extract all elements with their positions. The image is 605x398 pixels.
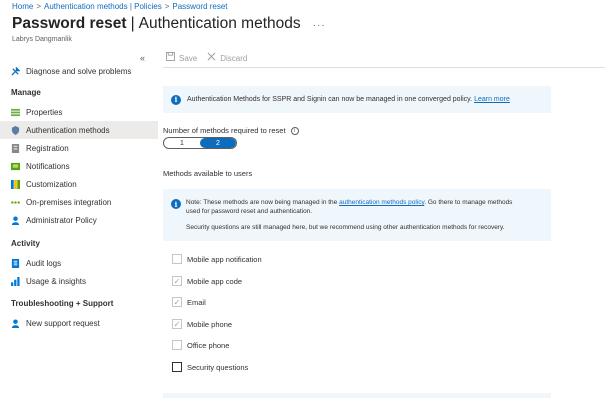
methods-option-2[interactable]: 2 [200,138,236,148]
note-text: Note: These methods are now being manage… [186,199,338,206]
sidebar-item-label: Diagnose and solve problems [26,66,132,76]
checkmark-icon: ✓ [173,319,181,329]
sidebar-item-audit-logs[interactable]: Audit logs [0,254,158,272]
learn-more-link[interactable]: Learn more [474,96,510,103]
discard-button[interactable]: Discard [207,52,247,64]
properties-icon [11,108,20,117]
method-label: Email [187,297,206,307]
shield-icon [11,126,20,135]
sidebar-item-label: Notifications [26,161,70,171]
audit-log-icon [11,259,20,268]
converged-policy-banner: i Authentication Methods for SSPR and Si… [163,86,551,113]
sidebar-item-new-support-request[interactable]: New support request [0,314,158,332]
command-bar: Save Discard [166,52,257,64]
breadcrumb: Home > Authentication methods | Policies > P… [12,2,228,11]
sidebar-item-authentication-methods[interactable]: Authentication methods [0,121,158,139]
integration-icon [11,198,20,206]
manage-section-header: Manage [11,88,41,97]
wrench-icon [11,66,21,76]
method-email[interactable]: ✓ Email [172,297,206,307]
sidebar-item-registration[interactable]: Registration [0,139,158,157]
checkbox[interactable] [172,340,182,350]
insights-icon [11,277,20,286]
method-office-phone[interactable]: Office phone [172,340,229,350]
sidebar-item-label: Administrator Policy [26,215,97,225]
save-button[interactable]: Save [166,52,197,64]
authentication-methods-policy-link[interactable]: authentication methods policy [339,199,424,206]
sidebar-item-label: Properties [26,107,63,117]
methods-required-label: Number of methods required to reset i [163,126,299,135]
sidebar-item-label: Registration [26,143,69,153]
discard-label: Discard [220,53,248,63]
registration-icon [11,144,20,153]
customization-icon [11,180,20,189]
note-line-3: Security questions are still managed her… [186,224,505,231]
sidebar-item-notifications[interactable]: Notifications [0,157,158,175]
sidebar-item-properties[interactable]: Properties [0,103,158,121]
support-request-icon [11,319,20,328]
sidebar-item-label: On-premises integration [26,197,112,207]
policy-icon [11,216,20,225]
bottom-banner-edge [163,393,551,398]
method-mobile-phone[interactable]: ✓ Mobile phone [172,319,232,329]
breadcrumb-password-reset-link[interactable]: Password reset [172,2,227,11]
info-icon: i [171,94,181,105]
sidebar-item-label: Authentication methods [26,125,110,135]
page-title-main: Password reset [12,15,127,32]
sidebar-item-label: Usage & insights [26,276,87,286]
page-title-sub: Authentication methods [138,15,301,32]
methods-required-toggle: 1 2 [163,137,237,149]
note-text: . Go there to manage methods [424,199,513,206]
breadcrumb-separator: > [36,2,42,11]
breadcrumb-auth-methods-link[interactable]: Authentication methods | Policies [44,2,162,11]
methods-required-text: Number of methods required to reset [163,126,286,135]
methods-note-banner: i Note: These methods are now being mana… [163,189,551,241]
troubleshooting-section-header: Troubleshooting + Support [11,299,114,308]
notifications-icon [11,162,20,171]
breadcrumb-home-link[interactable]: Home [12,2,33,11]
method-label: Mobile app code [187,276,243,286]
methods-option-1[interactable]: 1 [164,138,200,148]
save-icon [166,52,175,64]
sidebar-item-on-premises-integration[interactable]: On-premises integration [0,193,158,211]
banner-text: Authentication Methods for SSPR and Sign… [187,96,473,103]
checkmark-icon: ✓ [173,297,181,307]
method-label: Office phone [187,340,230,350]
sidebar-item-usage-insights[interactable]: Usage & insights [0,272,158,290]
note-line-2: used for password reset and authenticati… [186,208,313,215]
checkbox[interactable]: ✓ [172,319,182,329]
checkbox[interactable]: ✓ [172,297,182,307]
method-label: Security questions [187,362,249,372]
note-line-1: Note: These methods are now being manage… [186,199,512,206]
method-security-questions[interactable]: Security questions [172,362,248,372]
checkmark-icon: ✓ [173,276,181,286]
sidebar-item-label: New support request [26,318,100,328]
tenant-name: Labrys Dangmanlik [12,36,72,43]
sidebar-item-label: Audit logs [26,258,62,268]
method-label: Mobile phone [187,319,233,329]
sidebar-item-diagnose[interactable]: Diagnose and solve problems [0,62,158,80]
page-title: Password reset | Authentication methods … [12,15,326,33]
checkbox[interactable] [172,254,182,264]
info-icon: i [171,199,181,209]
close-icon [207,52,216,64]
checkbox[interactable] [172,362,182,372]
method-label: Mobile app notification [187,254,262,264]
sidebar-item-customization[interactable]: Customization [0,175,158,193]
method-mobile-app-notification[interactable]: Mobile app notification [172,254,262,264]
title-divider: | [130,15,135,32]
more-options-button[interactable]: ··· [313,20,326,31]
save-label: Save [179,53,198,63]
toolbar-divider [163,67,605,68]
help-icon[interactable]: i [290,126,299,135]
sidebar-item-label: Customization [26,179,77,189]
checkbox[interactable]: ✓ [172,276,182,286]
breadcrumb-separator: > [164,2,170,11]
method-mobile-app-code[interactable]: ✓ Mobile app code [172,276,242,286]
activity-section-header: Activity [11,239,40,248]
sidebar-item-administrator-policy[interactable]: Administrator Policy [0,211,158,229]
methods-available-label: Methods available to users [163,169,253,178]
